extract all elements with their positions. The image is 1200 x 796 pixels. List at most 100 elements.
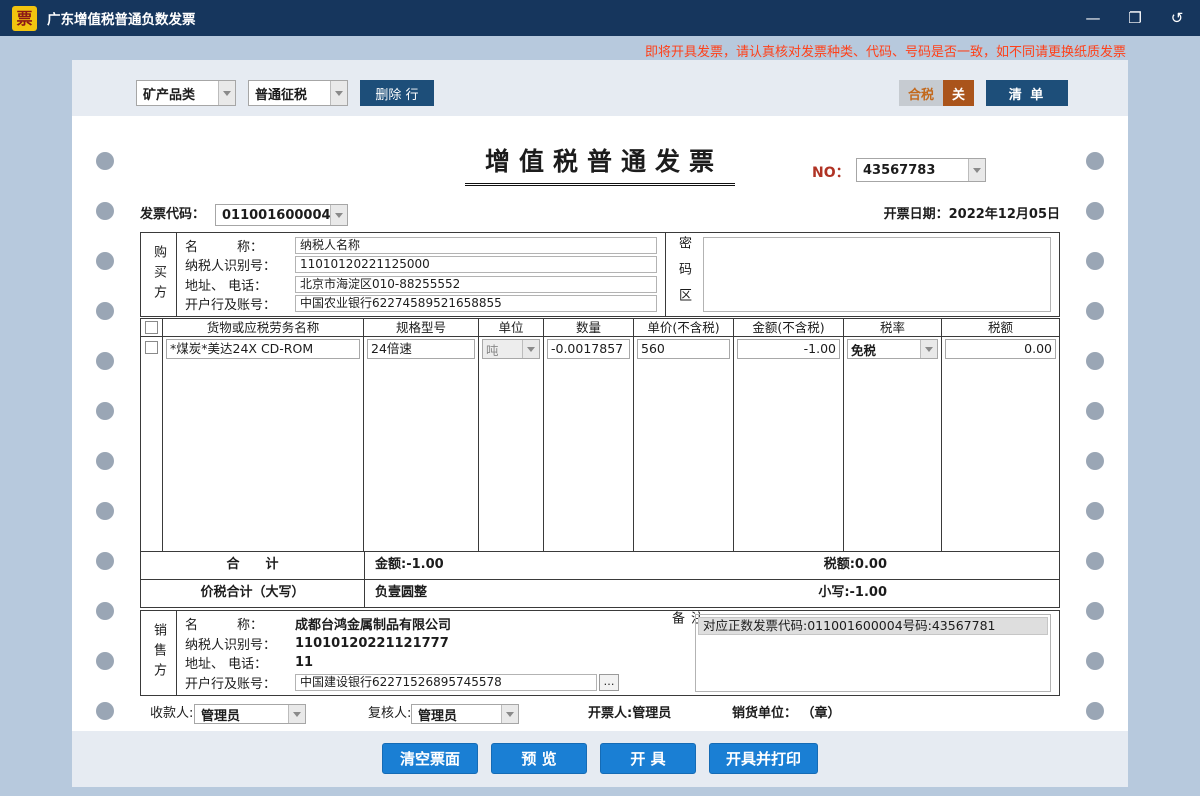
seller-side-text: 销售方 bbox=[149, 623, 168, 683]
seller-bank-input[interactable]: 中国建设银行62271526895745578 bbox=[295, 674, 597, 691]
item-tax-rate-value: 免税 bbox=[848, 340, 920, 358]
reviewer-select[interactable]: 管理员 bbox=[411, 704, 519, 724]
select-all-checkbox[interactable] bbox=[145, 321, 158, 334]
header-unit: 单位 bbox=[479, 319, 543, 337]
punch-hole bbox=[1086, 302, 1104, 320]
punch-hole bbox=[96, 152, 114, 170]
grand-total-values: 负壹圆整 小写:-1.00 bbox=[365, 580, 1059, 607]
item-spec-input[interactable]: 24倍速 bbox=[367, 339, 475, 359]
item-quantity-input[interactable]: -0.0017857 bbox=[547, 339, 630, 359]
select-column bbox=[141, 319, 163, 551]
buyer-name-input[interactable]: 纳税人名称 bbox=[295, 237, 657, 254]
issue-button[interactable]: 开 具 bbox=[600, 743, 696, 774]
seller-fields: 名 称： 成都台鸿金属制品有限公司 纳税人识别号： 11010120221121… bbox=[177, 611, 677, 695]
punch-hole bbox=[96, 552, 114, 570]
invoice-form: 增值税普通发票 NO： 43567783 发票代码： 011001600004 … bbox=[140, 116, 1060, 731]
item-unit-value: 吨 bbox=[483, 340, 522, 358]
buyer-section: 购买方 名 称： 纳税人名称 纳税人识别号： 11010120221125000 bbox=[140, 232, 1060, 317]
payee-value: 管理员 bbox=[195, 705, 288, 723]
grand-total-numeric: 小写:-1.00 bbox=[818, 580, 887, 606]
buyer-name-label: 名 称： bbox=[185, 236, 295, 255]
column-unit-price: 单价(不含税) 560 bbox=[634, 319, 734, 551]
seller-address-label: 地址、 电话： bbox=[185, 653, 295, 672]
buyer-address-input[interactable]: 北京市海淀区010-88255552 bbox=[295, 276, 657, 293]
reviewer-value: 管理员 bbox=[412, 705, 501, 723]
app-window: 票 广东增值税普通负数发票 — ❐ ↺ 即将开具发票，请认真核对发票种类、代码、… bbox=[0, 0, 1200, 796]
buyer-side-text: 购买方 bbox=[149, 245, 168, 305]
invoice-date-label: 开票日期： bbox=[884, 207, 949, 222]
buyer-bank-input[interactable]: 中国农业银行62274589521658855 bbox=[295, 295, 657, 312]
invoice-code-value: 011001600004 bbox=[216, 205, 330, 225]
titlebar: 票 广东增值税普通负数发票 — ❐ ↺ bbox=[0, 0, 1200, 36]
invoice-no-select[interactable]: 43567783 bbox=[856, 158, 986, 182]
header-amount: 金额(不含税) bbox=[734, 319, 843, 337]
buyer-taxid-input[interactable]: 11010120221125000 bbox=[295, 256, 657, 273]
seller-taxid-label: 纳税人识别号： bbox=[185, 634, 295, 653]
seller-bank-label: 开户行及账号： bbox=[185, 673, 295, 692]
chevron-down-icon bbox=[330, 81, 347, 105]
punch-hole bbox=[1086, 352, 1104, 370]
maximize-icon[interactable]: ❐ bbox=[1124, 9, 1146, 27]
action-bar: 清空票面 预 览 开 具 开具并打印 bbox=[72, 743, 1128, 774]
chevron-down-icon bbox=[522, 340, 539, 358]
delete-row-button[interactable]: 删除 行 bbox=[360, 80, 434, 106]
item-unit-price-input[interactable]: 560 bbox=[637, 339, 730, 359]
drawer-value: 管理员 bbox=[632, 706, 671, 721]
seller-side-label: 销售方 bbox=[141, 611, 177, 695]
totals-amount: 金额:-1.00 bbox=[375, 557, 444, 572]
toolbar: 矿产品类 普通征税 删除 行 合税 关 清 单 bbox=[72, 80, 1128, 106]
invoice-code-select[interactable]: 011001600004 bbox=[215, 204, 348, 226]
remark-box: 对应正数发票代码:011001600004号码:43567781 bbox=[695, 614, 1051, 692]
invoice-date-value: 2022年12月05日 bbox=[949, 207, 1060, 222]
item-name-input[interactable]: *煤炭*美达24X CD-ROM bbox=[166, 339, 360, 359]
clear-invoice-button[interactable]: 清空票面 bbox=[382, 743, 478, 774]
punch-hole bbox=[96, 352, 114, 370]
chevron-down-icon bbox=[920, 340, 937, 358]
header-unit-price: 单价(不含税) bbox=[634, 319, 733, 337]
punch-hole bbox=[96, 652, 114, 670]
remark-value-input[interactable]: 对应正数发票代码:011001600004号码:43567781 bbox=[698, 617, 1048, 635]
warning-message: 即将开具发票，请认真核对发票种类、代码、号码是否一致，如不同请更换纸质发票 bbox=[645, 41, 1126, 60]
row-checkbox[interactable] bbox=[145, 341, 158, 354]
issue-and-print-button[interactable]: 开具并打印 bbox=[709, 743, 818, 774]
column-unit: 单位 吨 bbox=[479, 319, 544, 551]
preview-button[interactable]: 预 览 bbox=[491, 743, 587, 774]
totals-tax: 税额:0.00 bbox=[824, 552, 887, 578]
seller-section: 销售方 名 称： 成都台鸿金属制品有限公司 纳税人识别号： 1101012022… bbox=[140, 610, 1060, 696]
punch-hole bbox=[1086, 602, 1104, 620]
punch-hole bbox=[96, 502, 114, 520]
invoice-footer: 收款人: 管理员 复核人: 管理员 开票人:管理员 销货单位： （章） bbox=[140, 704, 1060, 726]
item-amount-input[interactable]: -1.00 bbox=[737, 339, 840, 359]
column-item-name: 货物或应税劳务名称 *煤炭*美达24X CD-ROM bbox=[163, 319, 364, 551]
seller-name-label: 名 称： bbox=[185, 614, 295, 633]
minimize-icon[interactable]: — bbox=[1082, 9, 1104, 27]
bank-more-button[interactable]: … bbox=[599, 674, 619, 691]
invoice-card: 矿产品类 普通征税 删除 行 合税 关 清 单 增值税普通发票 NO： bbox=[72, 60, 1128, 787]
list-button[interactable]: 清 单 bbox=[986, 80, 1068, 106]
window-controls: — ❐ ↺ bbox=[1082, 9, 1188, 27]
tax-mode-select[interactable]: 普通征税 bbox=[248, 80, 348, 106]
items-table: 货物或应税劳务名称 *煤炭*美达24X CD-ROM 规格型号 24倍速 单位 … bbox=[140, 318, 1060, 552]
column-quantity: 数量 -0.0017857 bbox=[544, 319, 634, 551]
punch-hole bbox=[96, 202, 114, 220]
column-amount: 金额(不含税) -1.00 bbox=[734, 319, 844, 551]
drawer-field: 开票人:管理员 bbox=[588, 704, 671, 724]
undo-icon[interactable]: ↺ bbox=[1166, 9, 1188, 27]
invoice-no-value: 43567783 bbox=[857, 159, 968, 181]
punch-hole bbox=[96, 402, 114, 420]
item-unit-select[interactable]: 吨 bbox=[482, 339, 540, 359]
punch-hole bbox=[1086, 152, 1104, 170]
punch-hole bbox=[96, 602, 114, 620]
invoice-paper: 增值税普通发票 NO： 43567783 发票代码： 011001600004 … bbox=[72, 116, 1128, 731]
buyer-bank-label: 开户行及账号： bbox=[185, 294, 295, 313]
merge-tax-toggle[interactable]: 合税 关 bbox=[899, 80, 974, 106]
header-item-name: 货物或应税劳务名称 bbox=[163, 319, 363, 337]
category-select[interactable]: 矿产品类 bbox=[136, 80, 236, 106]
item-tax-rate-select[interactable]: 免税 bbox=[847, 339, 938, 359]
item-tax-amount-input[interactable]: 0.00 bbox=[945, 339, 1056, 359]
payee-select[interactable]: 管理员 bbox=[194, 704, 306, 724]
window-title: 广东增值税普通负数发票 bbox=[47, 8, 196, 28]
password-area-label: 密码区 bbox=[665, 233, 701, 316]
buyer-fields: 名 称： 纳税人名称 纳税人识别号： 11010120221125000 地址、… bbox=[177, 233, 665, 316]
chevron-down-icon bbox=[288, 705, 305, 723]
